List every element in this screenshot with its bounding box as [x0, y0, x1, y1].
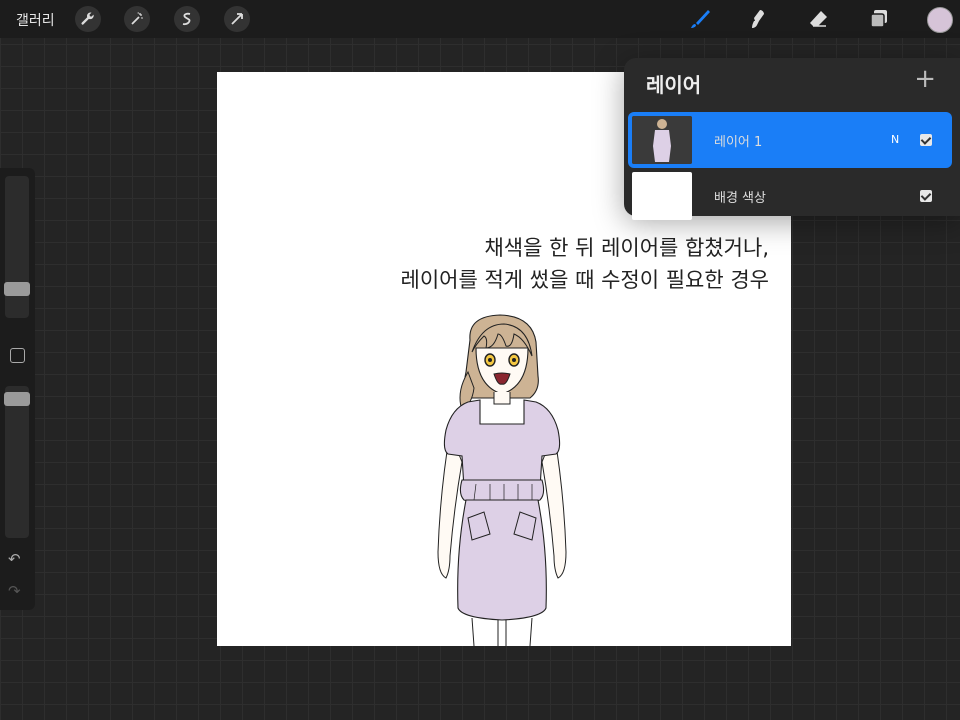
- brush-size-thumb[interactable]: [4, 282, 30, 296]
- opacity-slider[interactable]: [4, 386, 30, 538]
- layer-row-background[interactable]: 배경 색상: [628, 168, 952, 224]
- top-toolbar: 갤러리: [0, 0, 960, 38]
- wrench-icon[interactable]: [75, 6, 101, 32]
- smudge-icon[interactable]: [745, 6, 771, 32]
- opacity-thumb[interactable]: [4, 392, 30, 406]
- caption-line-2: 레이어를 적게 썼을 때 수정이 필요한 경우: [400, 268, 770, 292]
- selection-icon[interactable]: [174, 6, 200, 32]
- layer-name: 배경 색상: [714, 191, 766, 206]
- layer-visibility-checkbox[interactable]: [920, 190, 932, 202]
- modify-button[interactable]: [10, 348, 25, 363]
- gallery-button[interactable]: 갤러리: [16, 10, 55, 30]
- layer-thumbnail: [632, 172, 692, 220]
- layers-panel-title: 레이어: [646, 73, 702, 97]
- magic-wand-icon[interactable]: [124, 6, 150, 32]
- layer-name: 레이어 1: [714, 135, 763, 150]
- brush-icon[interactable]: [687, 6, 713, 32]
- layers-icon[interactable]: [866, 6, 892, 32]
- arrow-cursor-icon[interactable]: [224, 6, 250, 32]
- layer-thumbnail: [632, 116, 692, 164]
- layer-row-1[interactable]: 레이어 1 N: [628, 112, 952, 168]
- canvas-caption: 채색을 한 뒤 레이어를 합쳤거나, 레이어를 적게 썼을 때 수정이 필요한 …: [401, 232, 770, 296]
- redo-icon[interactable]: ↷: [8, 582, 21, 600]
- caption-line-1: 채색을 한 뒤 레이어를 합쳤거나,: [484, 236, 769, 260]
- add-layer-button[interactable]: +: [914, 64, 936, 94]
- left-sidebar: ↶ ↷: [0, 168, 35, 610]
- undo-icon[interactable]: ↶: [8, 550, 21, 568]
- blend-mode-button[interactable]: N: [891, 133, 899, 146]
- layers-panel: 레이어 + 레이어 1 N 배경 색상: [624, 58, 960, 220]
- brush-size-slider[interactable]: [4, 176, 30, 318]
- character-illustration: [437, 314, 567, 646]
- layer-visibility-checkbox[interactable]: [920, 134, 932, 146]
- color-picker-swatch[interactable]: [927, 7, 953, 33]
- eraser-icon[interactable]: [805, 6, 831, 32]
